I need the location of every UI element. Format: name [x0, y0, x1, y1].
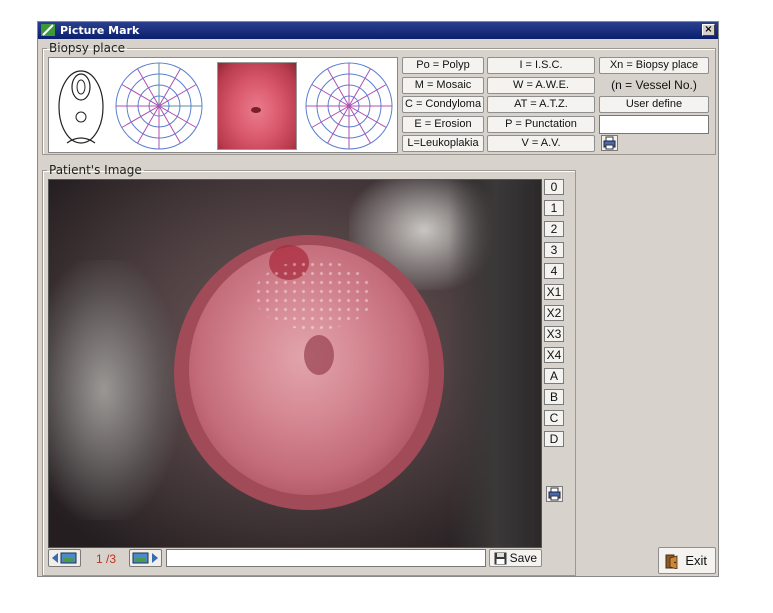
- image-comment-input[interactable]: [166, 549, 486, 567]
- print-image-button[interactable]: [546, 486, 563, 502]
- awe-button[interactable]: W = A.W.E.: [487, 77, 595, 94]
- save-button[interactable]: Save: [489, 549, 542, 567]
- exit-door-icon: [665, 554, 678, 569]
- marker-button-x2[interactable]: X2: [544, 305, 564, 321]
- patient-image-viewer[interactable]: [48, 179, 542, 548]
- marker-button-3[interactable]: 3: [544, 242, 564, 258]
- punctation-button[interactable]: P = Punctation: [487, 116, 595, 133]
- marker-button-4[interactable]: 4: [544, 263, 564, 279]
- leukoplakia-button[interactable]: L=Leukoplakia: [402, 135, 484, 152]
- biopsy-place-button[interactable]: Xn = Biopsy place: [599, 57, 709, 74]
- print-icon: [603, 136, 616, 150]
- user-define-input[interactable]: [599, 115, 709, 134]
- marker-button-b[interactable]: B: [544, 389, 564, 405]
- av-button[interactable]: V = A.V.: [487, 135, 595, 152]
- print-icon: [548, 487, 561, 501]
- save-disk-icon: [494, 552, 507, 565]
- biopsy-diagram-panel: [48, 57, 398, 153]
- exit-button-label: Exit: [685, 553, 707, 568]
- biopsy-place-legend: Biopsy place: [49, 41, 125, 55]
- save-button-label: Save: [509, 551, 537, 565]
- print-biopsy-button[interactable]: [601, 135, 618, 151]
- picture-mark-window: Picture Mark × Biopsy place Po = Polyp I…: [37, 21, 719, 577]
- marker-button-c[interactable]: C: [544, 410, 564, 426]
- user-define-button[interactable]: User define: [599, 96, 709, 113]
- exit-button[interactable]: Exit: [658, 547, 716, 574]
- marker-button-x4[interactable]: X4: [544, 347, 564, 363]
- vessel-number-note: (n = Vessel No.): [611, 78, 697, 92]
- marker-button-x3[interactable]: X3: [544, 326, 564, 342]
- mosaic-button[interactable]: M = Mosaic: [402, 77, 484, 94]
- condyloma-button[interactable]: C = Condyloma: [402, 96, 484, 113]
- marker-button-x1[interactable]: X1: [544, 284, 564, 300]
- marker-button-2[interactable]: 2: [544, 221, 564, 237]
- cervix-thumbnail-image: [217, 62, 297, 150]
- next-image-icon: [132, 552, 158, 564]
- erosion-button[interactable]: E = Erosion: [402, 116, 484, 133]
- title-bar: Picture Mark ×: [38, 22, 718, 39]
- cervix-outline-diagram: [58, 70, 104, 144]
- clock-grid-right: [305, 62, 393, 150]
- previous-image-button[interactable]: [48, 549, 81, 567]
- next-image-button[interactable]: [129, 549, 162, 567]
- atz-button[interactable]: AT = A.T.Z.: [487, 96, 595, 113]
- marker-button-0[interactable]: 0: [544, 179, 564, 195]
- polyp-button[interactable]: Po = Polyp: [402, 57, 484, 74]
- close-icon[interactable]: ×: [702, 24, 715, 36]
- patients-image-legend: Patient's Image: [49, 163, 142, 177]
- isc-button[interactable]: I = I.S.C.: [487, 57, 595, 74]
- clock-grid-left: [115, 62, 203, 150]
- app-logo-icon: [41, 24, 55, 36]
- marker-button-1[interactable]: 1: [544, 200, 564, 216]
- marker-button-a[interactable]: A: [544, 368, 564, 384]
- page-indicator: 1 /3: [96, 552, 117, 566]
- prev-image-icon: [52, 552, 77, 564]
- window-title: Picture Mark: [60, 24, 140, 37]
- marker-button-d[interactable]: D: [544, 431, 564, 447]
